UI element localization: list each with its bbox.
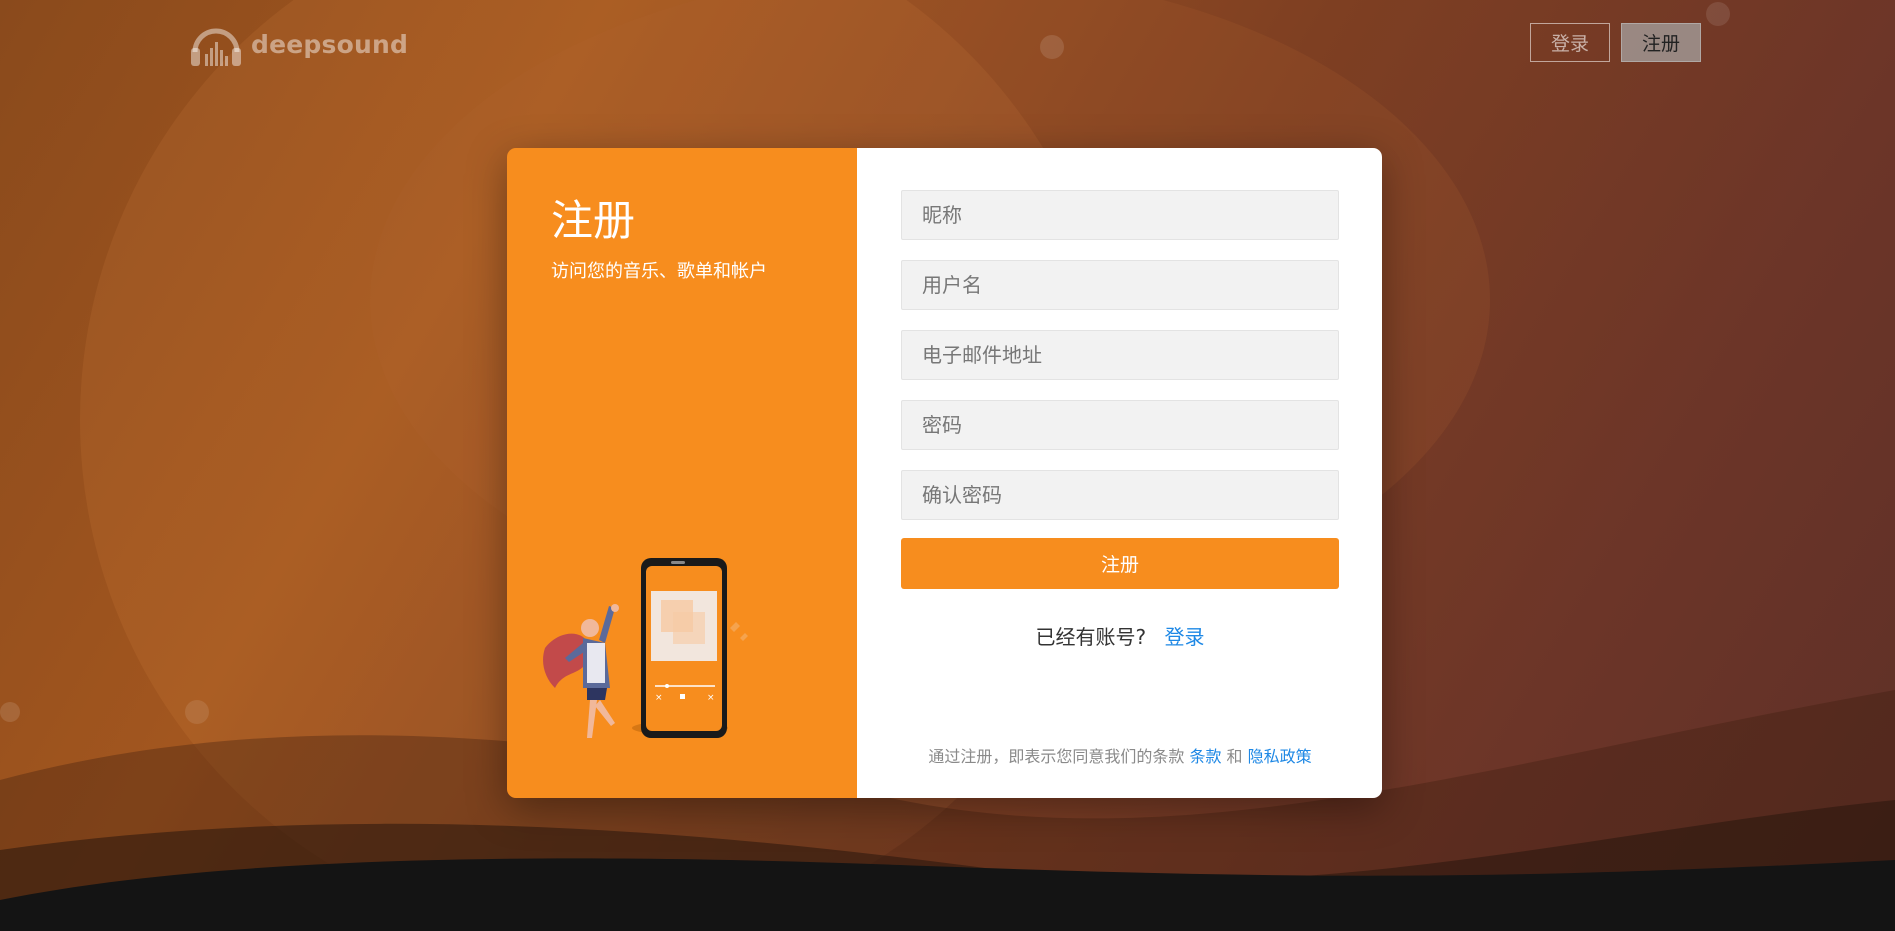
top-bar: deepsound 登录 注册 [0,0,1895,90]
username-input[interactable] [901,260,1339,310]
panel-subtitle: 访问您的音乐、歌单和帐户 [551,261,767,282]
header-register-button[interactable]: 注册 [1621,23,1701,62]
svg-text:×: × [707,693,715,703]
register-submit-button[interactable]: 注册 [901,538,1339,589]
music-girl-illustration: × × [543,558,748,738]
terms-link[interactable]: 条款 [1189,747,1221,766]
svg-text:×: × [655,693,663,703]
register-card: 注册 访问您的音乐、歌单和帐户 × × 昵称 用户名 电子邮件地址 注册 已经有… [507,148,1382,798]
logo-text: deepsound [251,29,409,59]
terms-notice: 通过注册，即表示您同意我们的条款 条款 和 隐私政策 [901,743,1339,767]
logo[interactable]: deepsound [189,18,408,70]
terms-and: 和 [1226,747,1243,766]
register-side-panel: 注册 访问您的音乐、歌单和帐户 × × [507,148,857,798]
headphones-logo-icon [191,28,241,66]
nickname-input[interactable] [901,190,1339,240]
password-input[interactable] [901,400,1339,450]
confirm-password-input[interactable] [901,470,1339,520]
email-input[interactable] [901,330,1339,380]
panel-title: 注册 [551,196,636,245]
privacy-link[interactable]: 隐私政策 [1248,747,1312,766]
register-form: 注册 已经有账号? 登录 通过注册，即表示您同意我们的条款 条款 和 隐私政策 [857,148,1382,798]
terms-prefix: 通过注册，即表示您同意我们的条款 [928,747,1185,766]
login-link[interactable]: 登录 [1164,625,1204,649]
header-login-button[interactable]: 登录 [1530,23,1610,62]
have-account-line: 已经有账号? 登录 [901,621,1339,650]
have-account-text: 已经有账号? [1035,625,1147,649]
